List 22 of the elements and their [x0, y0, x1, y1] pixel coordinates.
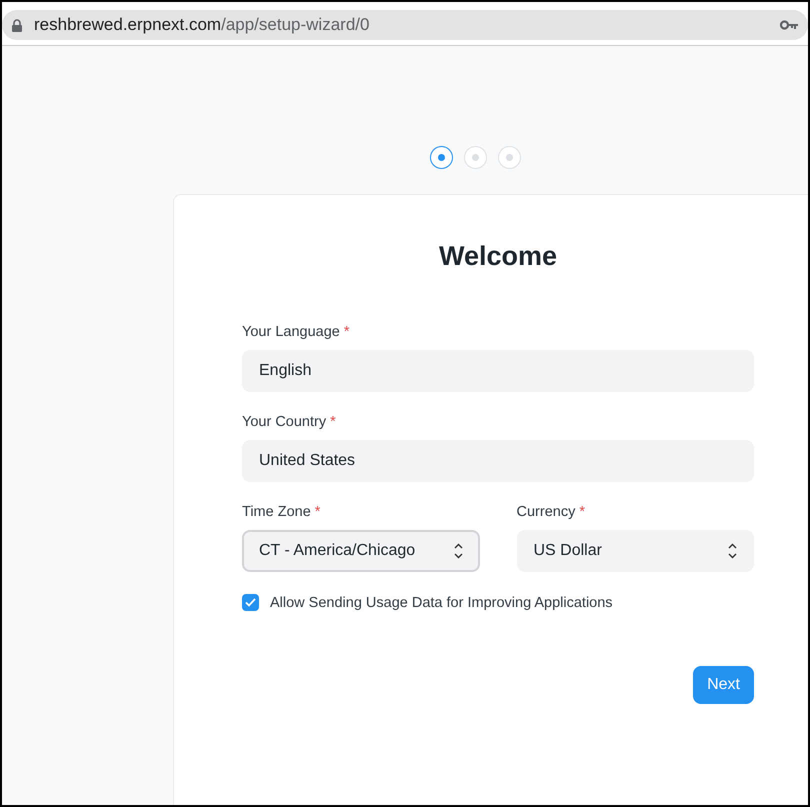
checkbox-label: Allow Sending Usage Data for Improving Applications — [270, 594, 613, 610]
lock-icon — [12, 18, 22, 32]
select-field[interactable]: CT - America/Chicago — [242, 530, 480, 572]
input-field[interactable]: United States — [242, 440, 754, 482]
required-mark: * — [579, 504, 585, 520]
input-field[interactable]: English — [242, 350, 754, 392]
checkbox[interactable] — [242, 594, 259, 611]
select-field[interactable]: US Dollar — [516, 530, 754, 572]
address-bar[interactable]: reshbrewed.erpnext.com/app/setup-wizard/0 — [2, 10, 808, 40]
check-icon — [245, 598, 256, 607]
field-label: Your Country — [242, 414, 326, 430]
field-label: Your Language — [242, 324, 340, 340]
chevron-updown-icon — [728, 543, 737, 559]
field-label: Time Zone — [242, 504, 311, 520]
field-label: Currency — [516, 504, 576, 520]
required-mark: * — [344, 324, 350, 340]
required-mark: * — [330, 414, 336, 430]
url-text: reshbrewed.erpnext.com/app/setup-wizard/0 — [34, 15, 370, 35]
key-icon[interactable] — [780, 20, 798, 30]
required-mark: * — [314, 504, 320, 520]
chevron-updown-icon — [454, 543, 462, 559]
page-title: Welcome — [438, 241, 558, 272]
